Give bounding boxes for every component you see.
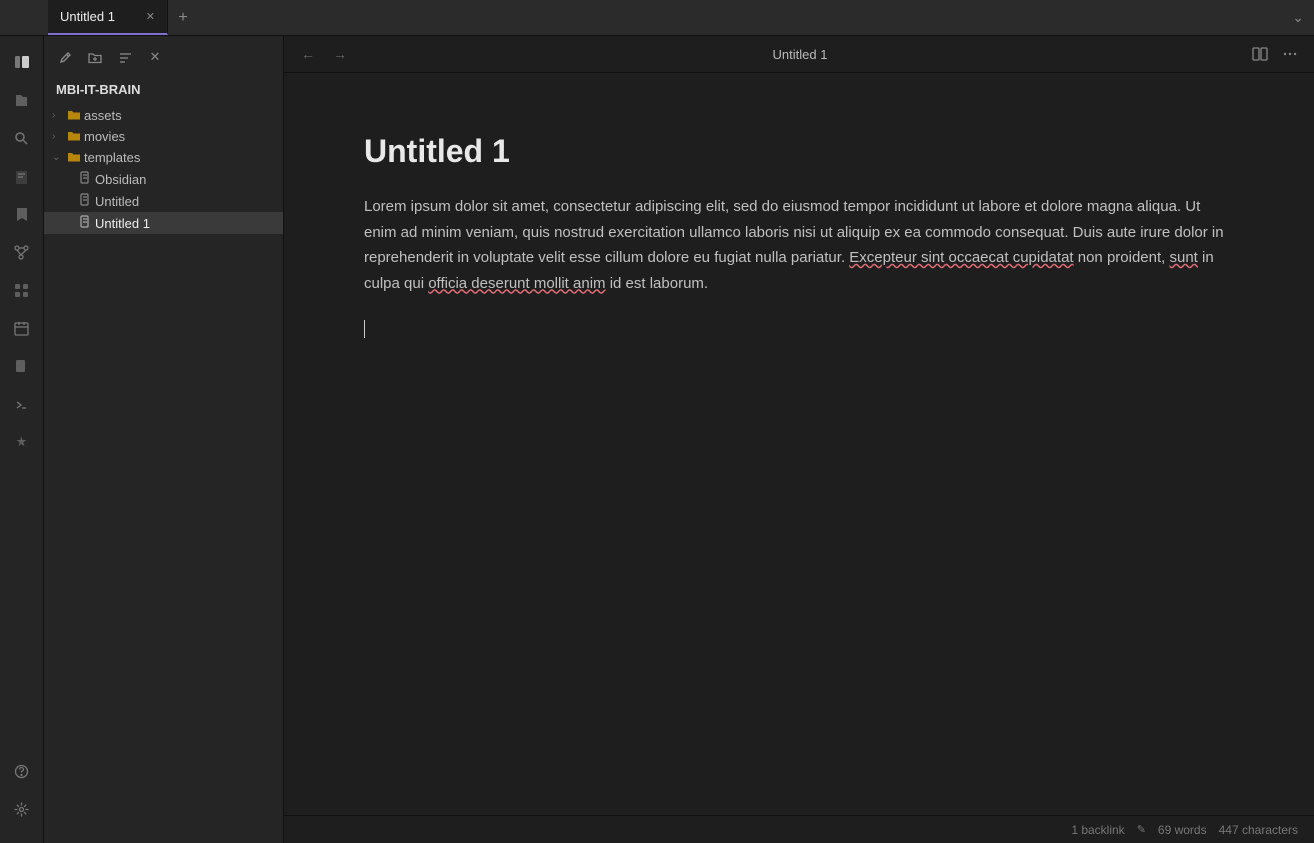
sidebar-item-label: movies [84, 129, 125, 144]
tab-close-button[interactable]: ✕ [146, 10, 155, 23]
sidebar-item-label: Untitled 1 [95, 216, 150, 231]
sidebar-item-label: assets [84, 108, 122, 123]
word-count-status: 69 words [1158, 823, 1207, 837]
icon-rail [0, 36, 44, 843]
chevron-down-icon[interactable]: ⌄ [1292, 9, 1304, 26]
icon-rail-bottom [4, 753, 40, 835]
chevron-down-icon: ⌄ [52, 152, 64, 163]
sidebar-item-untitled[interactable]: Untitled [44, 190, 283, 212]
tab-untitled1[interactable]: Untitled 1 ✕ [48, 0, 168, 35]
new-note-button[interactable] [52, 44, 78, 70]
plugins-icon[interactable] [4, 424, 40, 460]
backlinks-status[interactable]: 1 backlink [1071, 823, 1124, 837]
sidebar-item-assets[interactable]: › assets [44, 105, 283, 126]
editor-area: ← → Untitled 1 Untitled 1 Lorem ipsum do… [284, 36, 1314, 843]
folder-open-icon [68, 151, 80, 165]
new-folder-button[interactable] [82, 44, 108, 70]
doc-spellcheck-1: Excepteur sint occaecat cupidatat [849, 249, 1073, 266]
sidebar-item-obsidian[interactable]: Obsidian [44, 168, 283, 190]
statusbar: 1 backlink ✎ 69 words 447 characters [284, 815, 1314, 843]
edit-icon-status: ✎ [1137, 823, 1146, 836]
editor-topbar-right [1248, 42, 1302, 66]
char-count: 447 characters [1219, 823, 1298, 837]
sidebar-item-untitled1[interactable]: Untitled 1 [44, 212, 283, 234]
tab-label: Untitled 1 [60, 9, 115, 24]
titlebar: Untitled 1 ✕ + ⌄ [0, 0, 1314, 36]
open-file-icon[interactable] [4, 82, 40, 118]
tab-bar: Untitled 1 ✕ + [48, 0, 1282, 35]
document-title: Untitled 1 [364, 133, 1234, 170]
file-icon [80, 215, 91, 231]
document-body[interactable]: Lorem ipsum dolor sit amet, consectetur … [364, 194, 1234, 296]
bookmark-icon[interactable] [4, 196, 40, 232]
pencil-icon: ✎ [1137, 823, 1146, 836]
editor-topbar: ← → Untitled 1 [284, 36, 1314, 73]
text-cursor [364, 320, 365, 338]
new-note-icon[interactable] [4, 158, 40, 194]
terminal-icon[interactable] [4, 386, 40, 422]
word-count: 69 words [1158, 823, 1207, 837]
file-icon [80, 171, 91, 187]
help-icon[interactable] [4, 753, 40, 789]
back-button[interactable]: ← [296, 42, 320, 66]
sidebar-toolbar: ✕ [44, 36, 283, 78]
vault-name: MBI-IT-BRAIN [44, 78, 283, 105]
folder-icon [68, 130, 80, 144]
pages-icon[interactable] [4, 348, 40, 384]
text-cursor-line [364, 320, 1234, 338]
search-icon[interactable] [4, 120, 40, 156]
folder-icon [68, 109, 80, 123]
sidebar-item-label: templates [84, 150, 140, 165]
sidebar-item-label: Obsidian [95, 172, 146, 187]
main-layout: ✕ MBI-IT-BRAIN › assets › movies [0, 36, 1314, 843]
backlinks-count: 1 backlink [1071, 823, 1124, 837]
branches-icon[interactable] [4, 234, 40, 270]
blocks-icon[interactable] [4, 272, 40, 308]
more-options-button[interactable] [1278, 42, 1302, 66]
editor-current-file-title: Untitled 1 [360, 47, 1240, 62]
doc-spellcheck-2: sunt [1169, 249, 1197, 266]
editor-content[interactable]: Untitled 1 Lorem ipsum dolor sit amet, c… [284, 73, 1314, 815]
chevron-right-icon: › [52, 110, 64, 121]
titlebar-right: ⌄ [1282, 9, 1314, 26]
chevron-right-icon: › [52, 131, 64, 142]
sort-button[interactable] [112, 44, 138, 70]
doc-text-4: id est laborum. [606, 275, 709, 292]
doc-text-2: non proident, [1074, 249, 1170, 266]
sidebar-item-label: Untitled [95, 194, 139, 209]
settings-icon[interactable] [4, 791, 40, 827]
char-count-status: 447 characters [1219, 823, 1298, 837]
doc-spellcheck-3: officia deserunt mollit anim [428, 275, 605, 292]
calendar-icon[interactable] [4, 310, 40, 346]
sidebar-item-movies[interactable]: › movies [44, 126, 283, 147]
sidebar-item-templates[interactable]: ⌄ templates [44, 147, 283, 168]
close-sidebar-button[interactable]: ✕ [142, 44, 168, 70]
forward-button[interactable]: → [328, 42, 352, 66]
sidebar-tree: › assets › movies ⌄ templates [44, 105, 283, 843]
reading-view-button[interactable] [1248, 42, 1272, 66]
sidebar: ✕ MBI-IT-BRAIN › assets › movies [44, 36, 284, 843]
new-tab-button[interactable]: + [168, 0, 198, 35]
file-icon [80, 193, 91, 209]
sidebar-toggle-icon[interactable] [4, 44, 40, 80]
